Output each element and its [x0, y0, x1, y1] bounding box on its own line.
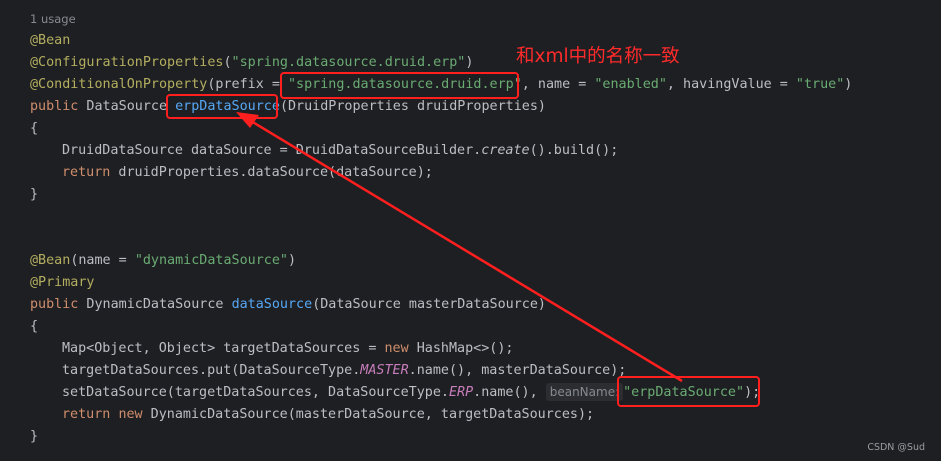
arrow-line — [245, 116, 683, 383]
arrow-head — [236, 112, 259, 128]
annotation-arrow — [236, 112, 683, 383]
watermark: CSDN @Sud — [867, 442, 925, 453]
